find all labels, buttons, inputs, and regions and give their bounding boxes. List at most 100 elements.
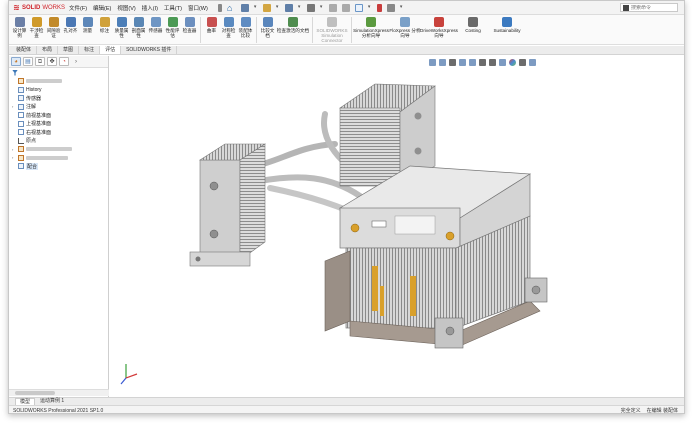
menu-edit[interactable]: 编辑(E) — [93, 4, 111, 12]
zoom-to-fit-icon[interactable] — [429, 59, 436, 66]
menu-file[interactable]: 文件(F) — [69, 4, 87, 12]
tree-item-component-2[interactable]: › — [12, 154, 108, 163]
chevron-right-icon[interactable]: › — [12, 155, 16, 160]
tab-solidworks-addins[interactable]: SOLIDWORKS 插件 — [121, 46, 178, 54]
ribbon-button-section-props[interactable]: 剖面属性 — [130, 17, 147, 38]
ribbon-button-performance[interactable]: 性能评估 — [164, 17, 181, 38]
zoom-area-icon[interactable] — [439, 59, 446, 66]
chevron-down-icon[interactable]: ▾ — [254, 4, 258, 12]
ribbon-button-clearance[interactable]: 间隙验证 — [45, 17, 62, 38]
tab-evaluate[interactable]: 评估 — [100, 46, 122, 54]
ribbon-button-interference[interactable]: 干涉检查 — [28, 17, 45, 38]
ribbon-button-symmetry[interactable]: 对称检查 — [220, 17, 237, 38]
tree-root-assembly[interactable] — [12, 77, 108, 86]
menu-tools[interactable]: 工具(T) — [164, 4, 182, 12]
ribbon-button-checker[interactable]: 检查器 — [181, 17, 198, 33]
ribbon-button-compare[interactable]: 装配体比较 — [237, 17, 254, 38]
open-icon[interactable] — [262, 3, 271, 12]
chevron-down-icon[interactable]: ▾ — [320, 4, 324, 12]
scrollbar-thumb[interactable] — [15, 391, 55, 395]
menu-insert[interactable]: 插入(I) — [142, 4, 158, 12]
ribbon-button-sustainability[interactable]: Sustainability — [490, 17, 524, 33]
ribbon-button-costing[interactable]: Costing — [456, 17, 490, 33]
history-icon — [18, 86, 24, 93]
ribbon-button-floxpress[interactable]: FloXpress 分析向导 — [388, 17, 422, 38]
ribbon-button-sensor[interactable]: 传感器 — [147, 17, 164, 33]
dynamic-annotation-icon[interactable] — [469, 59, 476, 66]
ribbon-button-simulation-connector[interactable]: SOLIDWORKS Simulation Connector — [315, 17, 349, 43]
menu-window[interactable]: 窗口(W) — [188, 4, 208, 12]
tab-layout[interactable]: 布局 — [37, 46, 59, 54]
ribbon-button-hole-align[interactable]: 孔对齐 — [62, 17, 79, 33]
previous-view-icon[interactable] — [449, 59, 456, 66]
chevron-down-icon[interactable]: ▾ — [368, 4, 372, 12]
tree-item-annotations[interactable]: › 注解 — [12, 103, 108, 112]
hide-show-items-icon[interactable] — [499, 59, 506, 66]
tree-item-component-1[interactable]: › — [12, 145, 108, 154]
ribbon-button-label: 检查器 — [182, 28, 197, 33]
chevron-right-icon[interactable]: › — [12, 104, 16, 109]
view-orientation-icon[interactable] — [479, 59, 486, 66]
filter-icon[interactable] — [12, 69, 18, 76]
display-style-icon[interactable] — [489, 59, 496, 66]
menu-view[interactable]: 视图(V) — [117, 4, 135, 12]
chevron-down-icon[interactable]: ▾ — [276, 4, 280, 12]
save-icon[interactable] — [284, 3, 293, 12]
property-manager-tab-icon[interactable]: ▤ — [23, 57, 33, 66]
view-settings-icon[interactable] — [529, 59, 536, 66]
tab-markup[interactable]: 标注 — [79, 46, 101, 54]
edit-appearance-icon[interactable] — [509, 59, 516, 66]
tree-item-right-plane[interactable]: 右视基准面 — [12, 128, 108, 137]
rebuild-icon[interactable] — [376, 3, 382, 12]
clearance-icon — [48, 17, 59, 27]
undo-icon[interactable] — [328, 3, 337, 12]
section-view-icon[interactable] — [459, 59, 466, 66]
options-icon[interactable] — [386, 3, 395, 12]
tab-assembly[interactable]: 装配体 — [11, 46, 38, 54]
ribbon-button-curvature[interactable]: 曲率 — [203, 17, 220, 33]
graphics-area[interactable] — [110, 56, 684, 397]
feature-manager-panel: ◕ ▤ ⧉ ✥ ◔ › History 传感器 › 注解 前视基准面 上视基准面… — [9, 56, 109, 397]
ribbon-button-driveworks[interactable]: DriveWorksXpress 向导 — [420, 17, 458, 38]
chevron-down-icon[interactable]: ▾ — [400, 4, 404, 12]
tab-sketch[interactable]: 草图 — [58, 46, 80, 54]
pin-icon[interactable] — [217, 3, 222, 12]
solidworks-logo[interactable]: ≋ SOLID WORKS — [9, 3, 65, 12]
tab-model[interactable]: 模型 — [15, 398, 36, 405]
ribbon-button-study[interactable]: 设计算例 — [11, 17, 28, 38]
search-input[interactable] — [631, 4, 677, 11]
new-document-icon[interactable] — [240, 3, 249, 12]
home-icon[interactable]: ⌂ — [227, 3, 236, 12]
configuration-manager-tab-icon[interactable]: ⧉ — [35, 57, 45, 66]
redo-icon[interactable] — [341, 3, 350, 12]
ribbon-button-mass-props[interactable]: 质量属性 — [113, 17, 130, 38]
panel-horizontal-scrollbar[interactable] — [9, 389, 109, 396]
tree-filter[interactable] — [9, 68, 108, 77]
tab-motion-study-1[interactable]: 运动算例 1 — [36, 398, 68, 405]
tree-item-sensors[interactable]: 传感器 — [12, 94, 108, 103]
ribbon-button-label: 孔对齐 — [63, 28, 78, 33]
select-icon[interactable] — [354, 3, 363, 12]
tree-item-top-plane[interactable]: 上视基准面 — [12, 120, 108, 129]
apply-scene-icon[interactable] — [519, 59, 526, 66]
ribbon-button-measure[interactable]: 测量 — [79, 17, 96, 33]
feature-manager-tab-icon[interactable]: ◕ — [11, 57, 21, 66]
tree-item-front-plane[interactable]: 前视基准面 — [12, 111, 108, 120]
tree-item-history[interactable]: History — [12, 86, 108, 95]
display-manager-tab-icon[interactable]: ◔ — [59, 57, 69, 66]
ribbon-button-check-doc[interactable]: 检查激活的文档 — [276, 17, 310, 33]
tree-item-origin[interactable]: 原点 — [12, 137, 108, 146]
ribbon-button-simxpress[interactable]: SimulationXpress 分析向导 — [353, 17, 389, 38]
ribbon-button-label: 曲率 — [206, 28, 217, 33]
print-icon[interactable] — [306, 3, 315, 12]
chevron-right-icon[interactable]: › — [12, 147, 16, 152]
dimxpert-tab-icon[interactable]: ✥ — [47, 57, 57, 66]
plane-icon — [18, 129, 24, 136]
brand-light: WORKS — [42, 4, 65, 11]
ribbon-button-markup[interactable]: 标注 — [96, 17, 113, 33]
tree-item-mates[interactable]: 配合 — [12, 162, 108, 171]
ribbon-button-compare-docs[interactable]: 比较文档 — [259, 17, 276, 38]
search-box[interactable] — [620, 3, 678, 12]
chevron-right-icon[interactable]: › — [75, 59, 77, 65]
chevron-down-icon[interactable]: ▾ — [298, 4, 302, 12]
